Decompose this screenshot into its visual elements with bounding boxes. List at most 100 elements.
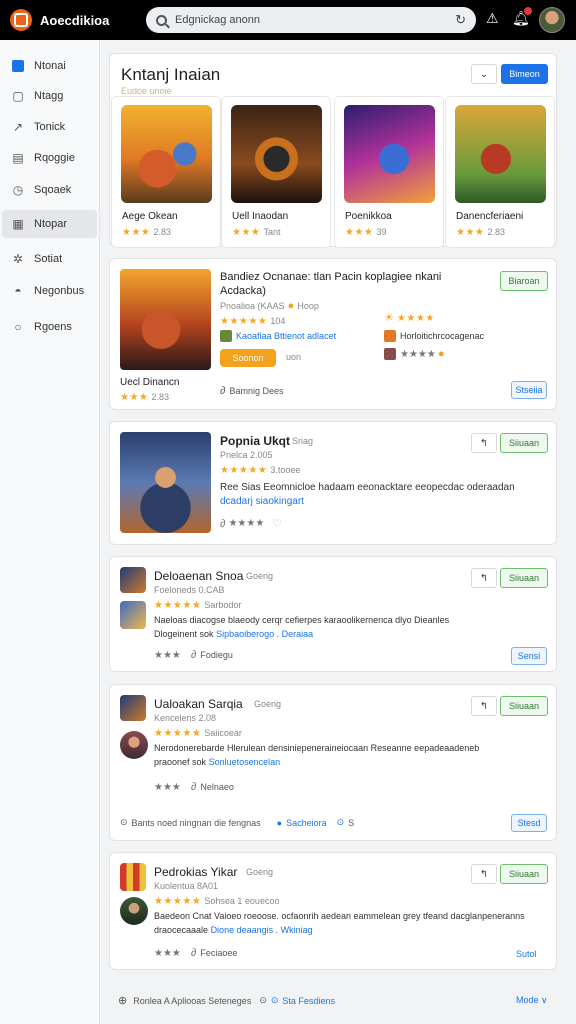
sidebar: Ntonai ▢ Ntagg ↗ Tonick ▤ Rqoggie ◷ Sqoa…: [0, 40, 100, 1024]
search-bar[interactable]: ↻: [146, 7, 476, 33]
app-title: Aoecdikioa: [40, 12, 110, 28]
app-description: Nerodonerebarde Hlerulean densiniepenera…: [154, 743, 480, 753]
sidebar-item-8[interactable]: ○ Rgoens: [2, 313, 97, 341]
sidebar-item-0[interactable]: Ntonai: [2, 52, 97, 80]
sidebar-item-6[interactable]: ✲ Sotiat: [2, 245, 97, 273]
promo-title: Bandiez Ocnanae: tlan Pacin koplagiee nk…: [220, 271, 442, 283]
tile-rating: ★★★: [345, 227, 374, 238]
promo-tag: uon: [286, 352, 302, 362]
game-artwork: [455, 105, 546, 203]
app-card[interactable]: Pedrokias Yikar Goeng Kuolentua 8A01 ★★★…: [109, 852, 557, 970]
notification-badge: [524, 7, 532, 15]
promo-card[interactable]: Uecl Dinancn ★★★ 2.83 Bandiez Ocnanae: t…: [109, 258, 557, 410]
app-bottom-link[interactable]: Sacheiora: [286, 818, 327, 828]
cycle-icon: ⊙: [336, 817, 345, 827]
app-rating-count: Sarbodor: [204, 600, 242, 610]
gamepad-icon: ∂: [190, 649, 197, 661]
tile-count: Tant: [263, 227, 281, 237]
featured-tile[interactable]: Uell Inaodan ★★★ Tant: [221, 96, 331, 248]
app-side-button[interactable]: Sensi: [511, 647, 547, 665]
install-button[interactable]: Biaroan: [500, 271, 548, 291]
promo-footer-button[interactable]: Stseiia: [511, 381, 547, 399]
app-card[interactable]: Deloaenan Snoa Goeng Foeloneds 0.CAB ★★★…: [109, 556, 557, 672]
app-card[interactable]: Ualoakan Sarqia Goeng Kencelens 2.08 ★★★…: [109, 684, 557, 841]
gamepad-icon: ∂: [220, 385, 226, 397]
app-description: Naeloas diacogse blaeody cerqr cefierpes…: [154, 615, 450, 625]
sidebar-item-label: Rgoens: [34, 321, 72, 333]
app-badge: Sriag: [292, 436, 314, 446]
calendar-icon: ▦: [12, 217, 24, 231]
app-subtitle: Kuolentua 8A01: [154, 881, 219, 891]
app-description-2: Dlogeinent sok Sipbaoiberogo . Deraiaa: [154, 629, 314, 639]
app-description-link: dcadarj siaokingart: [220, 496, 304, 507]
app-rate-icons: ★★★: [154, 781, 181, 793]
app-rating: ★★★★★: [154, 600, 202, 611]
install-button[interactable]: Siiuaan: [500, 864, 548, 884]
gamepad-icon: ∂: [190, 947, 197, 959]
featured-tile[interactable]: Danencferiaeni ★★★ 2.83: [445, 96, 555, 248]
featured-tile[interactable]: Aege Okean ★★★ 2.83: [111, 96, 221, 248]
promo-button[interactable]: Soonon: [220, 349, 276, 367]
app-card[interactable]: Popnia Ukqt Sriag Pnelca 2.005 ★★★★★ 3.t…: [109, 421, 557, 545]
sidebar-item-label: Ntagg: [34, 90, 64, 102]
promo-side-rating2: ★★★★: [400, 348, 436, 360]
section-title: Kntanj Inaian: [121, 65, 221, 84]
share-icon[interactable]: ↰: [471, 696, 497, 716]
app-icon: [384, 330, 396, 342]
sidebar-item-label: Tonick: [34, 121, 66, 133]
promo-dev-line[interactable]: Kaoafiaa Bttienot adlacet: [236, 331, 336, 341]
featured-section: Kntanj Inaian Eudoe unoie ⌄ Bimeon Aege …: [109, 53, 557, 248]
app-icon: [120, 731, 148, 759]
featured-action-button[interactable]: Bimeon: [501, 64, 548, 84]
sidebar-item-4[interactable]: ◷ Sqoaek: [2, 176, 97, 204]
avatar[interactable]: [539, 7, 565, 33]
bottom-bar-text: Ronlea A Apliooas Seteneges: [133, 995, 252, 1006]
app-description-2: praoonef sok Sonluetosencelan: [154, 757, 281, 767]
tile-rating: ★★★: [122, 227, 151, 238]
bottom-bar: ⊕ Ronlea A Apliooas Seteneges ⊙ ⊙ Sta Fe…: [118, 994, 335, 1007]
promo-rating: ★★★★★: [220, 316, 268, 327]
share-icon[interactable]: ↰: [471, 568, 497, 588]
promo-meta2: Hoop: [297, 301, 319, 311]
app-rate-icons: ★★★★: [228, 518, 265, 529]
sidebar-item-label: Sotiat: [34, 253, 63, 265]
install-button[interactable]: Siiuaan: [500, 696, 548, 716]
warning-icon[interactable]: ⚠: [486, 10, 499, 27]
circle-icon: ○: [14, 320, 22, 334]
share-icon[interactable]: ↰: [471, 433, 497, 453]
app-badge: Goeng: [246, 571, 274, 581]
tile-rating: ★★★: [232, 227, 261, 238]
refresh-icon[interactable]: ↻: [455, 12, 466, 28]
sidebar-item-1[interactable]: ▢ Ntagg: [2, 82, 97, 110]
section-subtitle: Eudoe unoie: [121, 86, 172, 96]
search-icon: [156, 14, 167, 26]
sidebar-item-7[interactable]: ◓ Negonbus: [2, 277, 97, 305]
app-side-button[interactable]: Sutol: [516, 949, 537, 959]
coin-icon: ●: [437, 348, 445, 360]
heart-icon[interactable]: ♡: [272, 517, 282, 530]
gamepad-icon: ∂: [220, 517, 226, 530]
bottom-bar-link[interactable]: Sta Fesdiens: [282, 996, 335, 1006]
game-artwork: [120, 432, 211, 533]
install-button[interactable]: Siiuaan: [500, 433, 548, 453]
tile-name: Danencferiaeni: [456, 211, 524, 222]
featured-tile[interactable]: Poenikkoa ★★★ 39: [334, 96, 444, 248]
install-button[interactable]: Siiuaan: [500, 568, 548, 588]
search-input[interactable]: [175, 14, 456, 26]
sun-icon: ☀: [384, 312, 394, 324]
gamepad-icon: ∂: [190, 781, 197, 793]
tile-rating: ★★★: [456, 227, 485, 238]
sidebar-item-3[interactable]: ▤ Rqoggie: [2, 144, 97, 172]
app-rating: ★★★★★: [154, 728, 202, 739]
more-button[interactable]: Mode ∨: [516, 995, 548, 1006]
top-bar: Aoecdikioa ↻ ⚠ 🔔︎: [0, 0, 576, 40]
promo-side-text: Horloitichrcocagenac: [400, 331, 485, 341]
app-logo-icon[interactable]: [10, 9, 32, 31]
sidebar-item-5[interactable]: ▦ Ntopar: [2, 210, 97, 238]
chevron-down-icon[interactable]: ⌄: [471, 64, 497, 84]
coin-icon: ●: [287, 300, 295, 312]
share-icon[interactable]: ↰: [471, 864, 497, 884]
app-side-button[interactable]: Stesd: [511, 814, 547, 832]
sidebar-item-2[interactable]: ↗ Tonick: [2, 113, 97, 141]
promo-footer-text: Bamnig Dees: [229, 386, 284, 396]
